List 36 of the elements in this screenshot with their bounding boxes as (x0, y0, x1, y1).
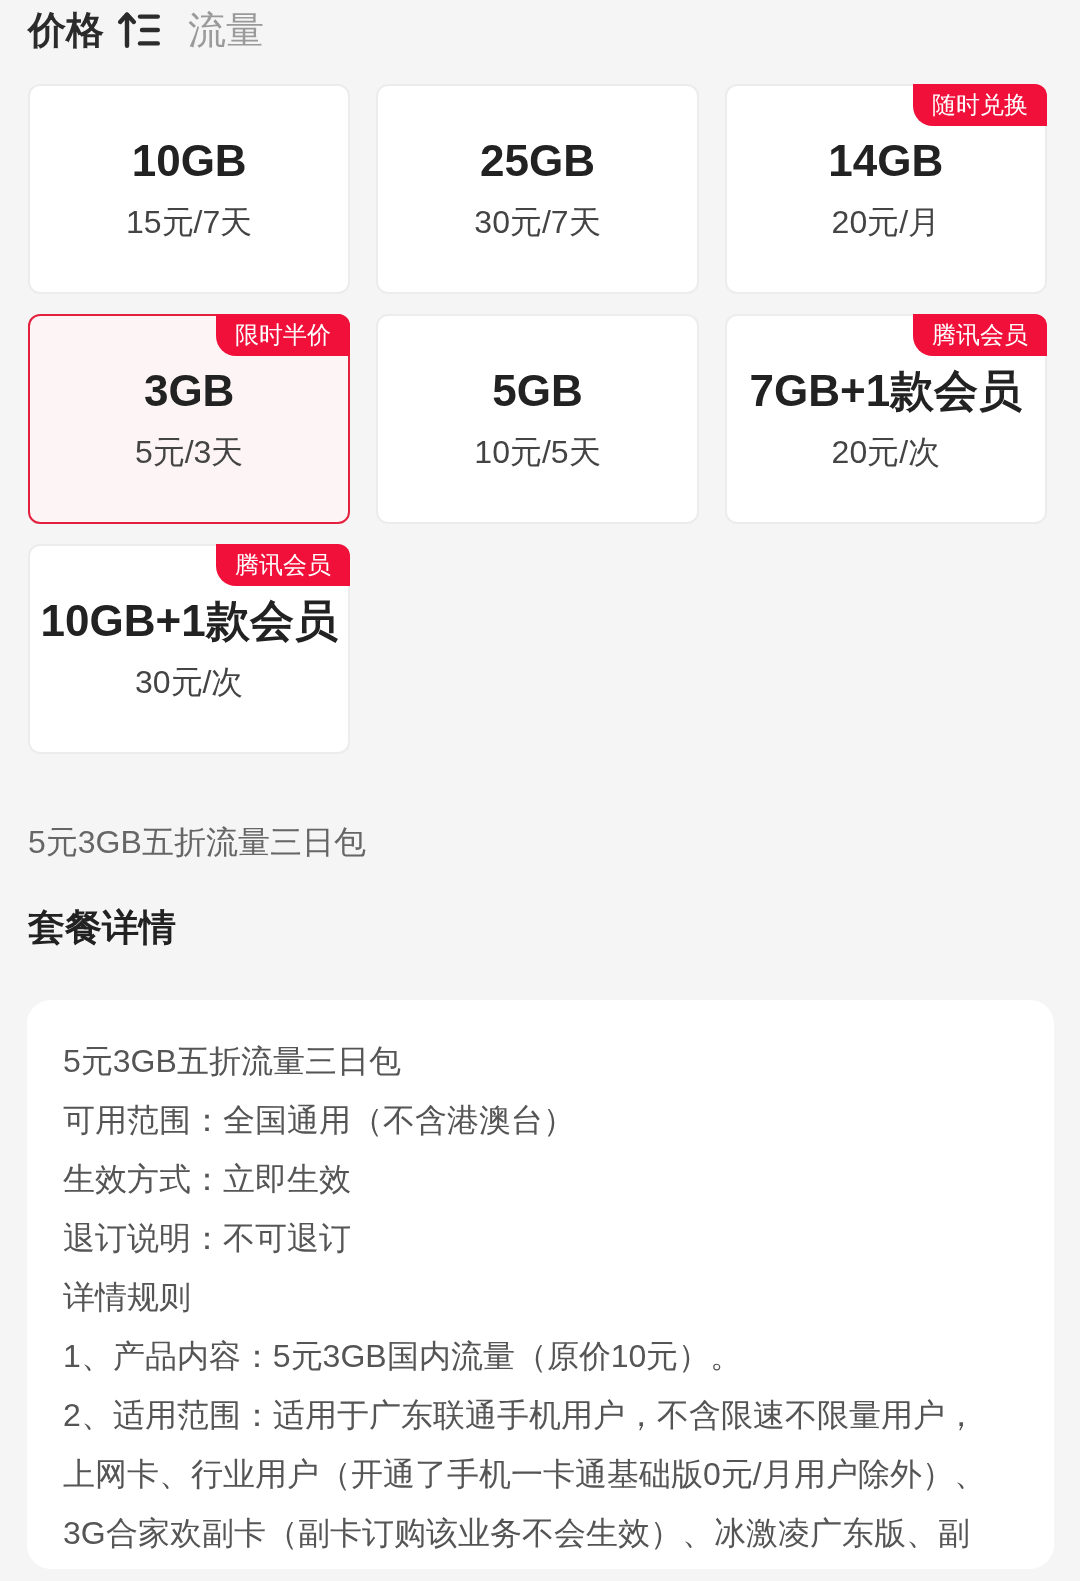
package-card[interactable]: 25GB 30元/7天 (376, 84, 699, 294)
package-card[interactable]: 10GB 15元/7天 (28, 84, 351, 294)
data-amount-text: 10GB (130, 135, 248, 187)
detail-text: 可用范围：全国通用（不含港澳台） (63, 1101, 576, 1140)
price-text: 10元/5天 (473, 433, 602, 472)
package-name-text: 5元3GB五折流量三日包 (28, 823, 367, 862)
promo-tag: 腾讯会员 (216, 544, 351, 586)
price-text: 20元/次 (830, 433, 942, 472)
package-card[interactable]: 腾讯会员 10GB+1款会员 30元/次 (28, 544, 351, 754)
data-amount-text: 3GB (142, 365, 236, 417)
promo-tag: 限时半价 (216, 314, 351, 356)
data-amount-text: 10GB+1款会员 (39, 595, 339, 647)
detail-text: 生效方式：立即生效 (63, 1160, 352, 1199)
data-amount-text: 5GB (491, 365, 584, 417)
data-amount-text: 25GB (479, 135, 596, 187)
detail-text: 5元3GB五折流量三日包 (63, 1042, 402, 1081)
package-card[interactable]: 腾讯会员 7GB+1款会员 20元/次 (724, 314, 1047, 524)
price-text: 5元/3天 (133, 433, 245, 472)
package-card[interactable]: 限时半价 3GB 5元/3天 (28, 314, 351, 524)
sort-icon (118, 12, 160, 48)
data-amount-text: 14GB (827, 135, 945, 187)
detail-text: 2、适用范围：适用于广东联通手机用户，不含限速不限量用户，上网卡、行业用户（开通了手机一卡通基础版0元/月用户除外）、3G合家欢副卡（副卡订购该业务不会生效）、冰激凌广东版、副 (63, 1396, 987, 1553)
detail-text: 详情规则 (63, 1278, 192, 1317)
sort-tab[interactable]: 价格 (28, 6, 160, 54)
price-text: 30元/7天 (473, 203, 602, 242)
price-text: 30元/次 (133, 663, 245, 702)
price-text: 20元/月 (830, 203, 942, 242)
promo-tag: 腾讯会员 (913, 314, 1047, 356)
detail-text: 1、产品内容：5元3GB国内流量（原价10元）。 (63, 1337, 744, 1376)
data-amount-text: 7GB+1款会员 (748, 365, 1024, 417)
promo-tag: 随时兑换 (913, 84, 1047, 126)
detail-text: 退订说明：不可退订 (63, 1219, 352, 1258)
package-card[interactable]: 随时兑换 14GB 20元/月 (724, 84, 1047, 294)
section-title: 套餐详情 (28, 906, 177, 950)
package-card[interactable]: 5GB 10元/5天 (376, 314, 699, 524)
price-text: 15元/7天 (125, 203, 254, 242)
